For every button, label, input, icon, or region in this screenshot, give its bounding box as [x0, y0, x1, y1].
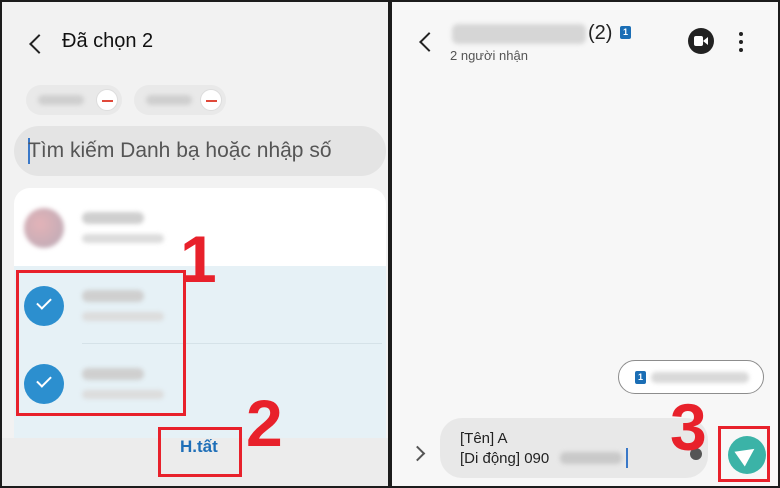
- search-box[interactable]: [14, 126, 386, 176]
- compose-line-name: [Tên] A: [460, 430, 508, 447]
- search-input[interactable]: [28, 126, 378, 176]
- step-number: 3: [670, 390, 707, 464]
- selection-title: Đã chọn 2: [62, 30, 154, 52]
- remove-icon[interactable]: [96, 89, 118, 111]
- message-compose-field[interactable]: [Tên] A [Di động] 090: [440, 418, 708, 478]
- selected-contact-chip: [26, 85, 122, 115]
- annotation-box-select-all: [158, 427, 242, 477]
- annotation-box-contacts: [16, 270, 186, 416]
- recipient-count: (2): [588, 22, 613, 44]
- recipients-label: 2 người nhận: [450, 48, 528, 63]
- selected-contact-chip: [134, 85, 226, 115]
- sim-icon: 1: [635, 371, 646, 384]
- video-call-icon[interactable]: [688, 28, 714, 54]
- chip-name-redacted: [38, 95, 84, 105]
- step-number: 2: [246, 386, 283, 460]
- more-options-icon[interactable]: [736, 30, 746, 54]
- back-chevron-icon[interactable]: [419, 32, 439, 52]
- phone-number-redacted: [560, 452, 622, 464]
- sim-icon: 1: [620, 26, 631, 39]
- remove-icon[interactable]: [200, 89, 222, 111]
- text-caret: [626, 448, 628, 468]
- contact-name-redacted: [82, 212, 144, 224]
- message-text-redacted: [651, 372, 749, 383]
- expand-icon[interactable]: [409, 445, 426, 462]
- annotation-box-send: [718, 426, 770, 482]
- step-number: 1: [180, 222, 217, 296]
- contact-number-redacted: [82, 234, 164, 243]
- contact-picker-panel: Đã chọn 2 H.tất 1 2: [2, 2, 388, 486]
- compose-line-phone: [Di động] 090: [460, 450, 550, 467]
- message-bubble[interactable]: 1: [618, 360, 764, 394]
- chip-name-redacted: [146, 95, 192, 105]
- recipient-names-redacted: [452, 24, 586, 44]
- conversation-panel: (2) 1 2 người nhận 1 [Tên] A [Di động] 0…: [392, 2, 778, 486]
- avatar: [24, 208, 64, 248]
- back-chevron-icon[interactable]: [29, 34, 49, 54]
